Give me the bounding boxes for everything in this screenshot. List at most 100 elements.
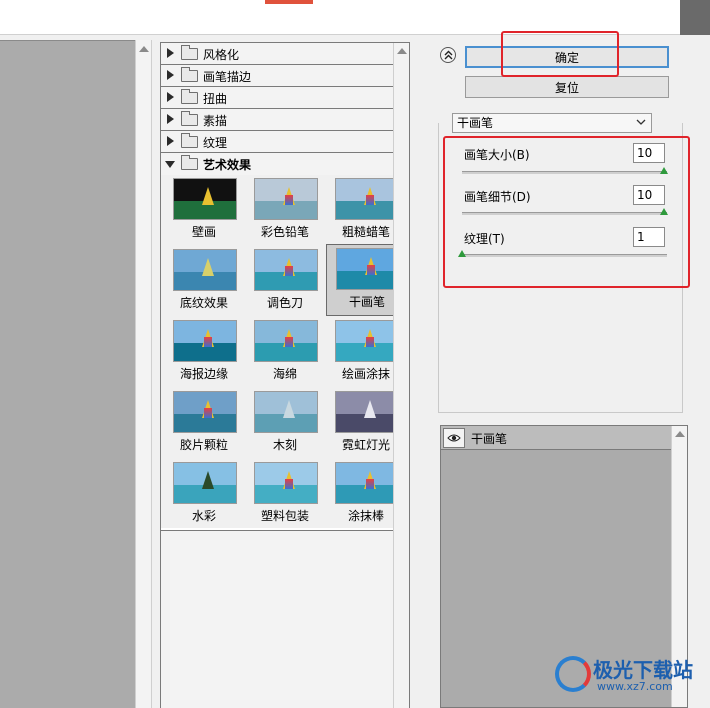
thumb-label: 海绵: [272, 367, 297, 381]
brush-detail-slider[interactable]: [462, 212, 667, 215]
scroll-up-icon[interactable]: [675, 431, 685, 437]
category-brush-strokes[interactable]: 画笔描边: [161, 65, 409, 87]
thumb-image: [336, 248, 400, 290]
thumb-label: 底纹效果: [179, 296, 228, 310]
filter-thumb[interactable]: 海报边缘: [164, 317, 244, 385]
filter-thumb[interactable]: 壁画: [164, 175, 244, 243]
brush-detail-input[interactable]: 10: [633, 185, 665, 205]
thumb-image: [254, 178, 318, 220]
preview-canvas[interactable]: [0, 40, 135, 708]
thumb-label: 塑料包装: [260, 509, 309, 523]
expand-arrow-icon[interactable]: [167, 48, 174, 58]
folder-icon: [181, 111, 198, 126]
expand-arrow-icon[interactable]: [167, 114, 174, 124]
thumb-image: [335, 391, 399, 433]
brush-detail-label: 画笔细节(D): [464, 190, 531, 204]
thumb-image: [173, 178, 237, 220]
thumb-image: [335, 178, 399, 220]
thumb-label: 壁画: [191, 225, 216, 239]
expand-arrow-icon[interactable]: [167, 70, 174, 80]
thumb-image: [173, 320, 237, 362]
preview-scrollbar[interactable]: [135, 40, 152, 708]
thumb-image: [254, 391, 318, 433]
brush-size-label: 画笔大小(B): [464, 148, 530, 162]
thumb-image: [254, 320, 318, 362]
filter-category-list: 风格化 画笔描边 扭曲 素描 纹理 艺术效果 壁画 彩色铅笔 粗糙蜡笔 底纹效果…: [161, 43, 409, 528]
watermark: 极光下载站 www.xz7.com: [555, 650, 705, 700]
category-label: 纹理: [203, 136, 228, 150]
texture-input[interactable]: 1: [633, 227, 665, 247]
thumb-label: 胶片颗粒: [179, 438, 228, 452]
brush-size-slider[interactable]: [462, 171, 667, 174]
watermark-brand: 极光下载站: [593, 658, 693, 682]
gallery-empty-area: [161, 530, 409, 708]
folder-icon: [181, 89, 198, 104]
thumb-image: [173, 391, 237, 433]
thumb-image: [254, 462, 318, 504]
brush-size-slider-thumb[interactable]: [660, 167, 668, 174]
category-label: 扭曲: [203, 92, 228, 106]
thumb-label: 海报边缘: [179, 367, 228, 381]
ok-button[interactable]: 确定: [465, 46, 669, 68]
filter-thumb[interactable]: 木刻: [245, 388, 325, 456]
watermark-logo-icon: [555, 656, 591, 692]
expand-arrow-icon[interactable]: [167, 92, 174, 102]
filter-select-value: 干画笔: [457, 116, 494, 130]
folder-icon: [181, 45, 198, 60]
category-label: 艺术效果: [203, 158, 252, 172]
window-titlebar: [0, 0, 710, 35]
category-sketch[interactable]: 素描: [161, 109, 409, 131]
filter-thumb[interactable]: 彩色铅笔: [245, 175, 325, 243]
filter-thumb[interactable]: 调色刀: [245, 246, 325, 314]
collapse-arrow-icon[interactable]: [165, 161, 175, 168]
folder-icon: [181, 67, 198, 82]
thumb-image: [335, 462, 399, 504]
collapse-gallery-button[interactable]: [440, 47, 456, 63]
category-label: 画笔描边: [203, 70, 252, 84]
thumb-label: 木刻: [272, 438, 297, 452]
effect-layer-row[interactable]: 干画笔: [441, 426, 671, 450]
thumb-label: 水彩: [191, 509, 216, 523]
gallery-scrollbar[interactable]: [393, 43, 409, 708]
thumb-image: [254, 249, 318, 291]
title-accent: [265, 0, 313, 4]
reset-button[interactable]: 复位: [465, 76, 669, 98]
scroll-up-icon[interactable]: [397, 48, 407, 54]
thumb-label: 彩色铅笔: [260, 225, 309, 239]
double-chevron-up-icon: [444, 50, 453, 60]
category-label: 风格化: [203, 48, 240, 62]
eye-icon: [447, 434, 461, 442]
thumb-image: [173, 249, 237, 291]
folder-icon: [181, 133, 198, 148]
brush-size-input[interactable]: 10: [633, 143, 665, 163]
filter-select[interactable]: 干画笔: [452, 113, 652, 133]
thumb-label: 调色刀: [266, 296, 303, 310]
category-distort[interactable]: 扭曲: [161, 87, 409, 109]
filter-thumb[interactable]: 塑料包装: [245, 459, 325, 527]
scroll-up-icon[interactable]: [139, 46, 149, 52]
filter-gallery: 风格化 画笔描边 扭曲 素描 纹理 艺术效果 壁画 彩色铅笔 粗糙蜡笔 底纹效果…: [160, 42, 410, 708]
category-stylize[interactable]: 风格化: [161, 43, 409, 65]
filter-thumb[interactable]: 水彩: [164, 459, 244, 527]
filter-settings-panel: [438, 123, 683, 413]
filter-thumb[interactable]: 底纹效果: [164, 246, 244, 314]
thumb-image: [335, 320, 399, 362]
texture-label: 纹理(T): [464, 232, 505, 246]
filter-thumb[interactable]: 海绵: [245, 317, 325, 385]
category-artistic[interactable]: 艺术效果: [161, 153, 409, 175]
category-texture[interactable]: 纹理: [161, 131, 409, 153]
texture-slider-thumb[interactable]: [458, 250, 466, 257]
expand-arrow-icon[interactable]: [167, 136, 174, 146]
category-label: 素描: [203, 114, 228, 128]
texture-slider[interactable]: [462, 254, 667, 257]
right-edge: [695, 35, 710, 708]
effect-layer-name: 干画笔: [471, 432, 508, 446]
watermark-url: www.xz7.com: [597, 680, 673, 693]
visibility-toggle[interactable]: [443, 428, 465, 448]
thumb-image: [173, 462, 237, 504]
filter-thumb[interactable]: 胶片颗粒: [164, 388, 244, 456]
brush-detail-slider-thumb[interactable]: [660, 208, 668, 215]
open-folder-icon: [181, 155, 198, 170]
title-dark-corner: [680, 0, 710, 35]
chevron-down-icon: [636, 119, 646, 125]
